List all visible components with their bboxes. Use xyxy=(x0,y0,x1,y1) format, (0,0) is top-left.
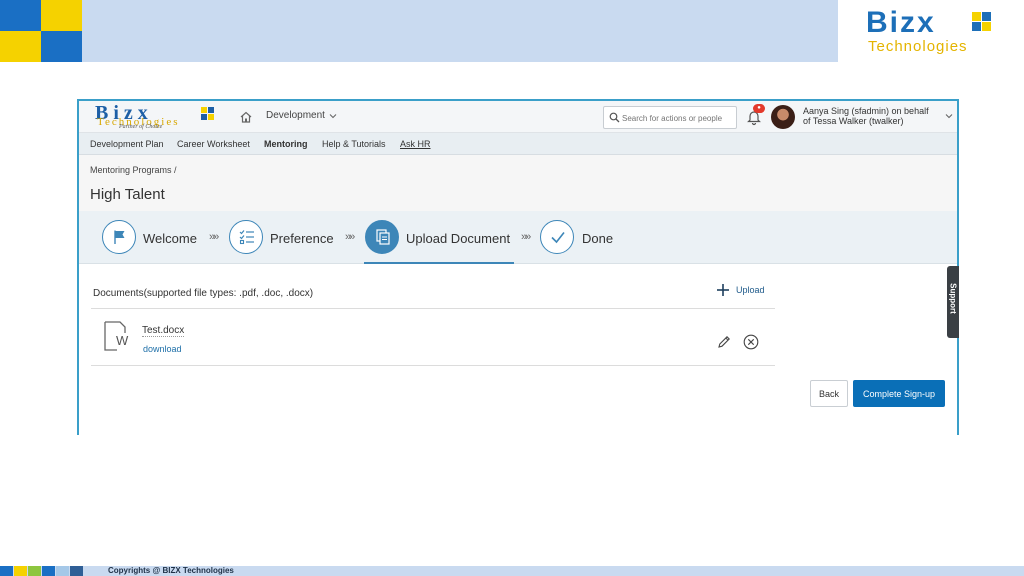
word-document-icon: W xyxy=(104,321,129,351)
svg-text:W: W xyxy=(116,333,129,348)
document-icon xyxy=(376,229,390,245)
document-name[interactable]: Test.docx xyxy=(142,325,185,337)
menu-item-ask-hr[interactable]: Ask HR xyxy=(400,139,431,149)
notification-badge: ● xyxy=(753,104,765,113)
user-menu[interactable]: Aanya Sing (sfadmin) on behalf of Tessa … xyxy=(803,106,939,126)
app-logo[interactable]: Bizx Technologies Partner of Choice xyxy=(93,102,219,131)
menu-bar: Development Plan Career Worksheet Mentor… xyxy=(79,133,957,155)
search-icon xyxy=(609,112,620,123)
footer-copyright: Copyrights @ BIZX Technologies xyxy=(108,566,234,575)
slide-logo: Bizx Technologies xyxy=(838,0,1024,62)
slide-logo-tagline: Technologies xyxy=(868,38,968,55)
chevron-down-icon[interactable] xyxy=(945,113,953,119)
home-icon[interactable] xyxy=(239,110,253,124)
complete-signup-button[interactable]: Complete Sign-up xyxy=(853,380,945,407)
upload-label: Upload xyxy=(736,285,765,295)
active-step-indicator xyxy=(364,262,514,264)
search-box[interactable] xyxy=(603,106,737,129)
flag-icon xyxy=(114,230,125,244)
checklist-icon xyxy=(239,230,254,245)
divider xyxy=(91,308,775,309)
footer-square xyxy=(14,566,27,576)
back-button[interactable]: Back xyxy=(810,380,848,407)
step-upload-document-label[interactable]: Upload Document xyxy=(406,231,510,246)
module-selector[interactable]: Development xyxy=(266,110,337,121)
footer-square xyxy=(42,566,55,576)
step-separator: »» xyxy=(521,231,531,243)
documents-header: Documents(supported file types: .pdf, .d… xyxy=(93,288,314,299)
footer-square xyxy=(0,566,13,576)
brand-squares xyxy=(0,0,82,62)
step-welcome-circle[interactable] xyxy=(102,220,136,254)
logo-mark-icon xyxy=(972,12,992,32)
divider xyxy=(91,365,775,366)
page-title: High Talent xyxy=(90,186,165,203)
user-line-1: Aanya Sing (sfadmin) on behalf xyxy=(803,106,929,116)
remove-circle-icon[interactable] xyxy=(743,334,759,350)
chevron-down-icon xyxy=(329,113,337,118)
slide: Bizx Technologies Bizx Technologies Part… xyxy=(0,0,1024,576)
menu-item-mentoring[interactable]: Mentoring xyxy=(264,139,308,149)
check-icon xyxy=(551,232,565,244)
footer-square xyxy=(28,566,41,576)
search-input[interactable] xyxy=(622,110,734,126)
step-welcome-label[interactable]: Welcome xyxy=(143,231,197,246)
menu-item-career-worksheet[interactable]: Career Worksheet xyxy=(177,139,250,149)
breadcrumb[interactable]: Mentoring Programs / xyxy=(90,165,177,175)
top-bar: Bizx Technologies Partner of Choice Deve… xyxy=(79,101,957,133)
menu-item-development-plan[interactable]: Development Plan xyxy=(90,139,164,149)
download-link[interactable]: download xyxy=(143,344,182,354)
step-upload-document-circle[interactable] xyxy=(365,220,399,254)
page-header: Mentoring Programs / High Talent xyxy=(79,155,957,211)
slide-logo-name: Bizx xyxy=(866,6,936,39)
app-window: Bizx Technologies Partner of Choice Deve… xyxy=(77,99,959,435)
plus-icon xyxy=(717,284,729,296)
step-done-circle[interactable] xyxy=(540,220,574,254)
pencil-icon[interactable] xyxy=(717,335,731,349)
step-separator: »» xyxy=(209,231,219,243)
module-label: Development xyxy=(266,110,325,121)
user-line-2: of Tessa Walker (twalker) xyxy=(803,116,904,126)
logo-mark-icon xyxy=(201,107,215,121)
step-preference-circle[interactable] xyxy=(229,220,263,254)
step-preference-label[interactable]: Preference xyxy=(270,231,334,246)
step-separator: »» xyxy=(345,231,355,243)
support-label: Support xyxy=(948,283,958,314)
footer-square xyxy=(70,566,83,576)
wizard-steps: Welcome »» Preference »» Upload Document… xyxy=(79,211,957,264)
avatar[interactable] xyxy=(771,105,795,129)
app-logo-partner: Partner of Choice xyxy=(119,124,163,130)
menu-item-help-tutorials[interactable]: Help & Tutorials xyxy=(322,139,386,149)
slide-header: Bizx Technologies xyxy=(0,0,1024,62)
footer-square xyxy=(56,566,69,576)
upload-button[interactable]: Upload xyxy=(716,283,765,297)
step-done-label[interactable]: Done xyxy=(582,231,613,246)
support-tab[interactable]: Support xyxy=(947,266,959,338)
